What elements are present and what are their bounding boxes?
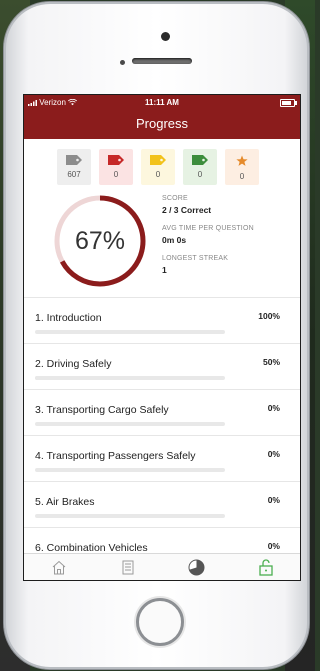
chapter-progress-bar xyxy=(35,422,225,426)
star-icon xyxy=(236,155,248,166)
badge-count: 607 xyxy=(67,170,81,179)
badge-3[interactable]: 0 xyxy=(183,149,217,185)
streak-value: 1 xyxy=(162,265,167,275)
tag-icon xyxy=(108,155,124,165)
chapter-row[interactable]: 2. Driving Safely 50% xyxy=(24,344,300,390)
status-time: 11:11 AM xyxy=(145,98,179,107)
avg-time-label: AVG TIME PER QUESTION xyxy=(162,225,254,232)
badge-count: 0 xyxy=(239,172,245,181)
front-camera xyxy=(161,32,170,41)
chapter-progress-bar xyxy=(35,376,225,380)
page-title: Progress xyxy=(135,116,189,131)
chapter-progress-bar xyxy=(35,330,225,334)
chapter-progress-fill xyxy=(35,330,225,334)
stats-info: SCORE 2 / 3 Correct AVG TIME PER QUESTIO… xyxy=(162,195,254,285)
score-percent: 67% xyxy=(74,226,126,255)
tab-bar xyxy=(24,553,300,580)
proximity-sensor xyxy=(120,60,125,65)
chapter-row[interactable]: 4. Transporting Passengers Safely 0% xyxy=(24,436,300,482)
app-screen: Verizon 11:11 AM Progress 607 0 0 0 0 67% SC… xyxy=(24,95,300,580)
chapter-percent: 0% xyxy=(267,495,280,505)
tab-progress[interactable] xyxy=(162,554,231,580)
chapter-percent: 0% xyxy=(267,403,280,413)
chapter-row[interactable]: 3. Transporting Cargo Safely 0% xyxy=(24,390,300,436)
badge-count: 0 xyxy=(197,170,203,179)
chapter-percent: 50% xyxy=(262,357,280,367)
chapter-row[interactable]: 5. Air Brakes 0% xyxy=(24,482,300,528)
badge-4[interactable]: 0 xyxy=(225,149,259,185)
tag-icon xyxy=(66,155,82,165)
chapter-progress-bar xyxy=(35,468,225,472)
chapter-title: 4. Transporting Passengers Safely xyxy=(35,450,196,462)
chapter-percent: 0% xyxy=(267,541,280,551)
book-icon xyxy=(122,560,133,574)
score-value: 2 / 3 Correct xyxy=(162,205,212,215)
tab-book[interactable] xyxy=(93,554,162,580)
chapter-row[interactable]: 1. Introduction 100% xyxy=(24,298,300,344)
badge-0[interactable]: 607 xyxy=(57,149,91,185)
tab-home[interactable] xyxy=(24,554,93,580)
tag-icon xyxy=(150,155,166,165)
chapter-progress-bar xyxy=(35,514,225,518)
chapter-list: 1. Introduction 100% 2. Driving Safely 50% 3… xyxy=(24,297,300,574)
stats-section: 67% SCORE 2 / 3 Correct AVG TIME PER QUE… xyxy=(24,185,300,297)
badge-count: 0 xyxy=(113,170,119,179)
app-header: Verizon 11:11 AM Progress xyxy=(24,95,300,139)
badge-1[interactable]: 0 xyxy=(99,149,133,185)
chapter-title: 2. Driving Safely xyxy=(35,358,112,370)
badge-row: 607 0 0 0 0 xyxy=(24,139,300,185)
home-icon xyxy=(52,560,65,574)
chapter-progress-fill xyxy=(35,376,130,380)
streak-label: LONGEST STREAK xyxy=(162,255,229,262)
tab-unlock[interactable] xyxy=(231,554,300,580)
chapter-percent: 0% xyxy=(267,449,280,459)
battery-icon xyxy=(280,99,297,107)
status-bar: Verizon 11:11 AM xyxy=(24,95,300,111)
earpiece-speaker xyxy=(132,58,192,64)
chapter-title: 1. Introduction xyxy=(35,312,102,324)
score-label: SCORE xyxy=(162,195,188,202)
badge-count: 0 xyxy=(155,170,161,179)
chapter-title: 5. Air Brakes xyxy=(35,496,95,508)
chapter-percent: 100% xyxy=(258,311,280,321)
progress-icon xyxy=(188,559,205,575)
badge-2[interactable]: 0 xyxy=(141,149,175,185)
home-button[interactable] xyxy=(136,598,184,646)
avg-time-value: 0m 0s xyxy=(162,235,187,245)
tag-icon xyxy=(192,155,208,165)
unlock-icon xyxy=(258,558,273,576)
chapter-title: 3. Transporting Cargo Safely xyxy=(35,404,169,416)
